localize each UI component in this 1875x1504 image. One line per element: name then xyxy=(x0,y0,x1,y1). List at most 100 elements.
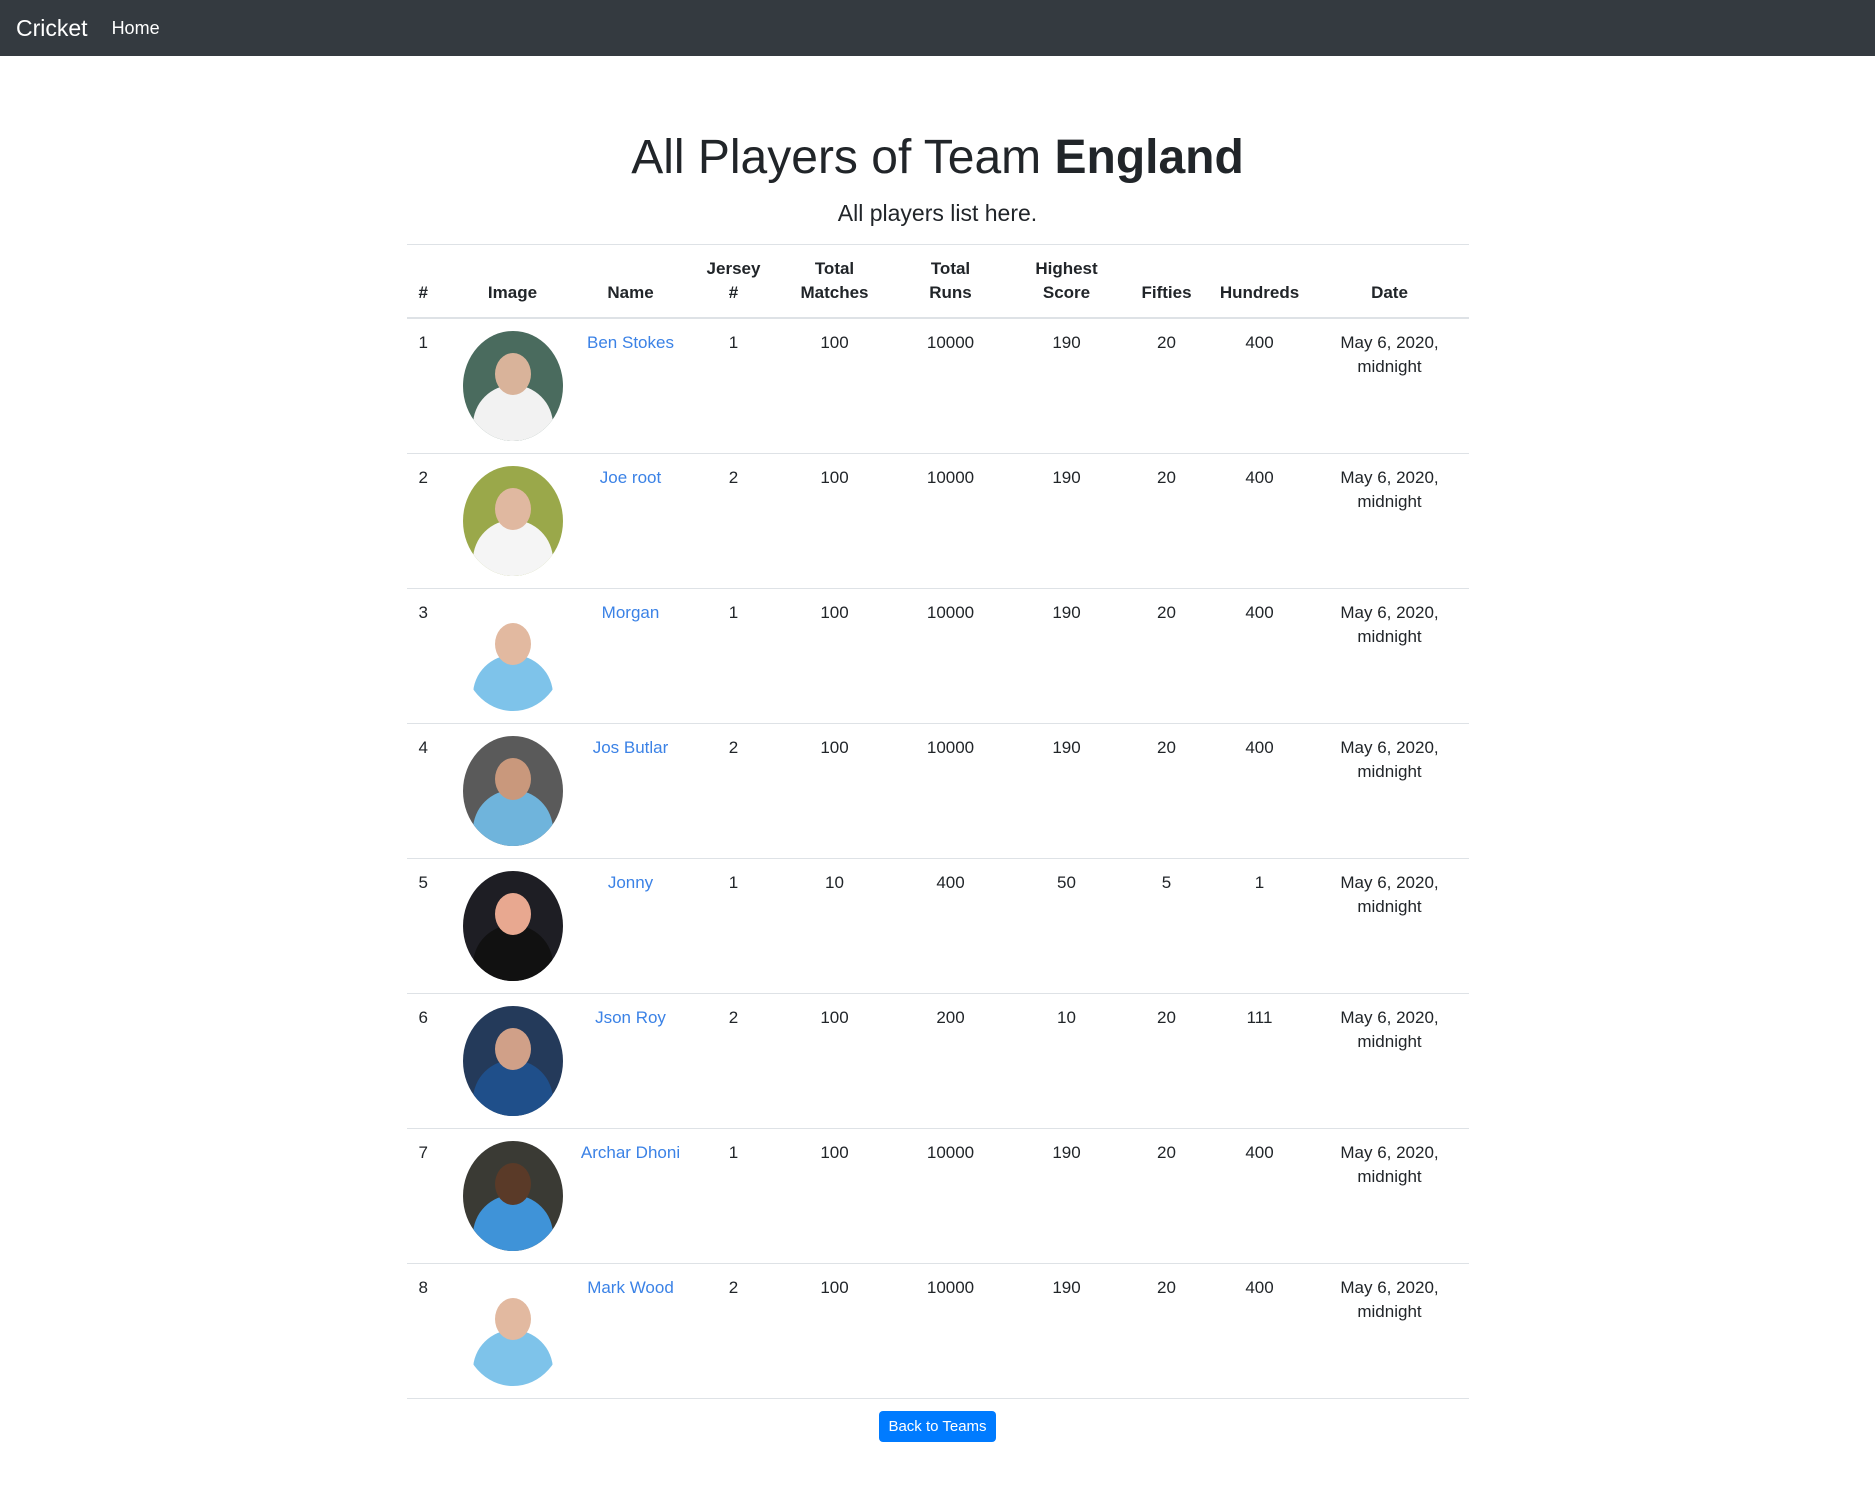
fifties: 20 xyxy=(1124,588,1209,724)
table-row: 4 Jos Butlar 2 100 10000 190 20 400 May 6, 2020,… xyxy=(406,723,1469,859)
fifties: 20 xyxy=(1124,317,1209,454)
jersey-number: 2 xyxy=(690,1263,777,1399)
row-index: 4 xyxy=(406,723,455,859)
total-matches: 100 xyxy=(776,993,893,1129)
total-matches: 100 xyxy=(776,1263,893,1399)
highest-score: 10 xyxy=(1008,993,1125,1129)
highest-score: 190 xyxy=(1008,453,1125,589)
date-cell: May 6, 2020, midnight xyxy=(1310,723,1469,859)
player-avatar xyxy=(462,1141,563,1251)
jersey-number: 2 xyxy=(690,993,777,1129)
jersey-number: 2 xyxy=(690,453,777,589)
player-name-link[interactable]: Morgan xyxy=(602,603,660,622)
total-matches: 100 xyxy=(776,1128,893,1264)
player-name-link[interactable]: Joe root xyxy=(600,468,661,487)
header-name: Name xyxy=(570,244,691,319)
player-image-cell xyxy=(454,858,571,994)
date-line-1: May 6, 2020, xyxy=(1340,1278,1439,1297)
player-name-cell: Archar Dhoni xyxy=(570,1128,691,1264)
player-avatar xyxy=(462,601,563,711)
fifties: 20 xyxy=(1124,993,1209,1129)
avatar-head-shape xyxy=(494,1028,531,1070)
player-avatar xyxy=(462,331,563,441)
player-name-link[interactable]: Jonny xyxy=(608,873,653,892)
date-cell: May 6, 2020, midnight xyxy=(1310,858,1469,994)
page-title: All Players of Team England xyxy=(407,126,1469,206)
header-jersey: Jersey # xyxy=(690,244,777,319)
avatar-head-shape xyxy=(494,1298,531,1340)
hundreds: 400 xyxy=(1208,1263,1311,1399)
header-date: Date xyxy=(1310,244,1469,319)
highest-score: 190 xyxy=(1008,723,1125,859)
player-name-cell: Ben Stokes xyxy=(570,317,691,454)
date-cell: May 6, 2020, midnight xyxy=(1310,1263,1469,1399)
table-row: 3 Morgan 1 100 10000 190 20 400 May 6, 2020, midn… xyxy=(406,588,1469,724)
date-line-2: midnight xyxy=(1357,1167,1422,1186)
player-avatar xyxy=(462,736,563,846)
avatar-head-shape xyxy=(494,488,531,530)
date-line-2: midnight xyxy=(1357,1032,1422,1051)
date-line-1: May 6, 2020, xyxy=(1340,333,1439,352)
total-matches: 100 xyxy=(776,723,893,859)
date-line-2: midnight xyxy=(1357,1302,1422,1321)
date-cell: May 6, 2020, midnight xyxy=(1310,317,1469,454)
header-total-runs: Total Runs xyxy=(892,244,1009,319)
page-title-prefix: All Players of Team xyxy=(631,131,1042,184)
total-runs: 10000 xyxy=(892,1128,1009,1264)
navbar: Cricket Home xyxy=(0,0,1875,56)
brand-link[interactable]: Cricket xyxy=(16,15,88,42)
player-avatar xyxy=(462,1006,563,1116)
player-name-link[interactable]: Json Roy xyxy=(595,1008,666,1027)
date-cell: May 6, 2020, midnight xyxy=(1310,453,1469,589)
player-image-cell xyxy=(454,993,571,1129)
total-runs: 10000 xyxy=(892,588,1009,724)
avatar-head-shape xyxy=(494,1163,531,1205)
hundreds: 400 xyxy=(1208,453,1311,589)
player-avatar xyxy=(462,466,563,576)
header-image: Image xyxy=(454,244,571,319)
total-runs: 200 xyxy=(892,993,1009,1129)
player-name-link[interactable]: Jos Butlar xyxy=(593,738,669,757)
header-highest-score: Highest Score xyxy=(1008,244,1125,319)
main-content: All Players of Team England All players … xyxy=(406,126,1469,1442)
header-fifties: Fifties xyxy=(1124,244,1209,319)
jersey-number: 1 xyxy=(690,858,777,994)
player-avatar xyxy=(462,871,563,981)
row-index: 5 xyxy=(406,858,455,994)
header-index: # xyxy=(406,244,455,319)
total-matches: 10 xyxy=(776,858,893,994)
fifties: 5 xyxy=(1124,858,1209,994)
player-name-link[interactable]: Mark Wood xyxy=(587,1278,674,1297)
player-image-cell xyxy=(454,1263,571,1399)
player-name-link[interactable]: Ben Stokes xyxy=(587,333,674,352)
highest-score: 50 xyxy=(1008,858,1125,994)
table-row: 8 Mark Wood 2 100 10000 190 20 400 May 6, 2020, m… xyxy=(406,1263,1469,1399)
footer: Back to Teams xyxy=(407,1399,1469,1442)
avatar-head-shape xyxy=(494,353,531,395)
table-header-row: # Image Name Jersey # Total Matches Total R… xyxy=(406,244,1469,319)
row-index: 6 xyxy=(406,993,455,1129)
player-name-link[interactable]: Archar Dhoni xyxy=(581,1143,680,1162)
jersey-number: 1 xyxy=(690,317,777,454)
player-name-cell: Json Roy xyxy=(570,993,691,1129)
table-row: 2 Joe root 2 100 10000 190 20 400 May 6, 2020, mi… xyxy=(406,453,1469,589)
date-line-1: May 6, 2020, xyxy=(1340,468,1439,487)
avatar-head-shape xyxy=(494,893,531,935)
player-image-cell xyxy=(454,723,571,859)
highest-score: 190 xyxy=(1008,588,1125,724)
hundreds: 1 xyxy=(1208,858,1311,994)
date-line-2: midnight xyxy=(1357,762,1422,781)
date-line-1: May 6, 2020, xyxy=(1340,1143,1439,1162)
row-index: 2 xyxy=(406,453,455,589)
date-line-1: May 6, 2020, xyxy=(1340,1008,1439,1027)
date-line-2: midnight xyxy=(1357,357,1422,376)
player-name-cell: Jos Butlar xyxy=(570,723,691,859)
back-to-teams-button[interactable]: Back to Teams xyxy=(879,1411,996,1442)
nav-home-link[interactable]: Home xyxy=(112,18,160,39)
jersey-number: 2 xyxy=(690,723,777,859)
fifties: 20 xyxy=(1124,1128,1209,1264)
date-line-2: midnight xyxy=(1357,897,1422,916)
total-runs: 10000 xyxy=(892,1263,1009,1399)
table-row: 6 Json Roy 2 100 200 10 20 111 May 6, 2020, midni… xyxy=(406,993,1469,1129)
jersey-number: 1 xyxy=(690,1128,777,1264)
